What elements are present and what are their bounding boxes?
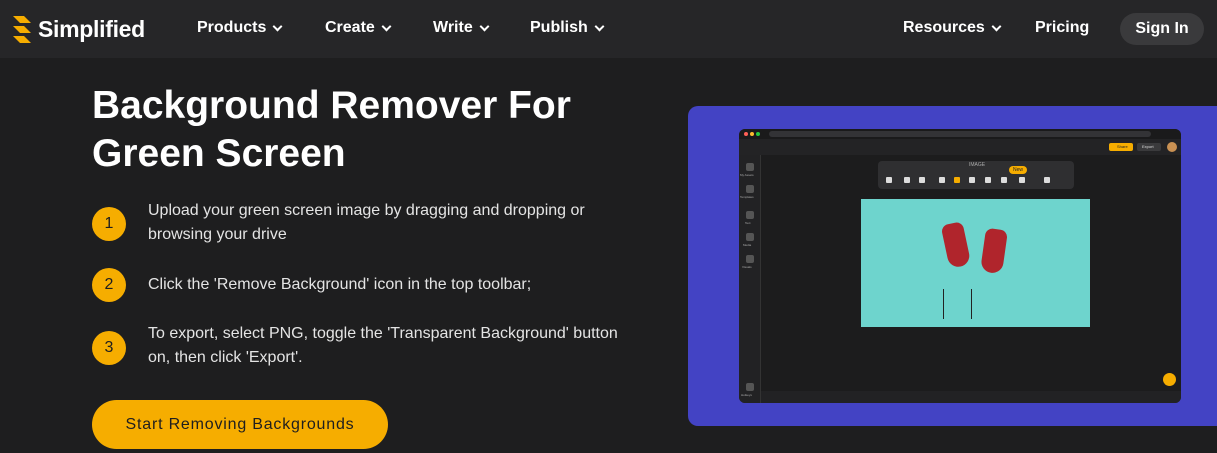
step-3-line2: on, then click 'Export'. xyxy=(148,349,303,366)
share-label: Share xyxy=(1117,144,1128,149)
chevron-down-icon xyxy=(479,21,490,31)
step-3-line1: To export, select PNG, toggle the 'Trans… xyxy=(148,325,618,342)
nav-pricing[interactable]: Pricing xyxy=(1035,19,1089,37)
red-shoe-right xyxy=(980,227,1008,275)
sign-in-button[interactable]: Sign In xyxy=(1120,13,1204,45)
sidebar-label-text: Text xyxy=(745,221,751,225)
chevron-down-icon xyxy=(594,21,605,31)
window-titlebar xyxy=(739,129,1181,139)
text-icon xyxy=(746,211,754,219)
stick-left xyxy=(943,289,944,319)
sidebar-label-templates: Templates xyxy=(740,195,754,199)
simplified-logo-icon xyxy=(13,16,31,43)
new-badge: New xyxy=(1009,166,1027,174)
editor-sidebar: My Assets Templates Text Media Visuals H… xyxy=(739,155,761,403)
page-title-line1: Background Remover For xyxy=(92,84,571,127)
image-toolbar-label: IMAGE xyxy=(969,162,986,168)
more-icon xyxy=(1044,177,1050,183)
remove-background-icon xyxy=(1001,177,1007,183)
assets-icon xyxy=(746,163,754,171)
templates-icon xyxy=(746,185,754,193)
step-number-3: 3 xyxy=(92,331,126,365)
url-bar xyxy=(769,131,1151,137)
expand-icon xyxy=(939,177,945,183)
nav-write[interactable]: Write xyxy=(433,19,490,37)
sidebar-label-assets: My Assets xyxy=(740,173,754,177)
nav-pricing-label: Pricing xyxy=(1035,19,1090,36)
export-label: Export xyxy=(1142,144,1154,149)
sidebar-label-hotkeys: Hotkeys xyxy=(741,393,752,397)
crop-icon xyxy=(954,177,960,183)
close-dot-icon xyxy=(744,132,748,136)
nav-products-label: Products xyxy=(197,19,267,36)
nav-publish-label: Publish xyxy=(530,19,588,36)
hotkeys-icon xyxy=(746,383,754,391)
avatar xyxy=(1167,142,1177,152)
visuals-icon xyxy=(746,255,754,263)
step-1-line1: Upload your green screen image by draggi… xyxy=(148,202,585,219)
step-text-2: Click the 'Remove Background' icon in th… xyxy=(148,273,648,297)
red-shoe-left xyxy=(940,221,972,269)
page-title-line2: Green Screen xyxy=(92,132,346,175)
layers-icon xyxy=(1019,177,1025,183)
nav-publish[interactable]: Publish xyxy=(530,19,605,37)
add-icon xyxy=(886,177,892,183)
step-text-3: To export, select PNG, toggle the 'Trans… xyxy=(148,322,648,370)
maximize-dot-icon xyxy=(756,132,760,136)
delete-icon xyxy=(904,177,910,183)
sidebar-label-visuals: Visuals xyxy=(742,265,752,269)
nav-products[interactable]: Products xyxy=(197,19,283,37)
step-number-2: 2 xyxy=(92,268,126,302)
help-icon xyxy=(1163,373,1176,386)
sidebar-label-media: Media xyxy=(743,243,752,247)
minimize-dot-icon xyxy=(750,132,754,136)
chevron-down-icon xyxy=(272,21,283,31)
top-nav: Simplified Products Create Write Publish… xyxy=(0,0,1217,58)
chevron-down-icon xyxy=(381,21,392,31)
step-1-line2: browsing your drive xyxy=(148,226,287,243)
step-number-1: 1 xyxy=(92,207,126,241)
nav-resources[interactable]: Resources xyxy=(903,19,1002,37)
export-button: Export xyxy=(1137,143,1161,151)
share-button: Share xyxy=(1109,143,1133,151)
flip-icon xyxy=(969,177,975,183)
chevron-down-icon xyxy=(991,21,1002,31)
magic-wand-icon xyxy=(985,177,991,183)
step-2-line1: Click the 'Remove Background' icon in th… xyxy=(148,276,532,293)
page-title: Background Remover For Green Screen xyxy=(92,82,652,178)
logo-text: Simplified xyxy=(38,15,145,42)
step-text-1: Upload your green screen image by draggi… xyxy=(148,199,648,247)
nav-create-label: Create xyxy=(325,19,375,36)
editor-preview: Share Export My Assets Templates Text Me… xyxy=(739,129,1181,403)
status-bar xyxy=(761,391,1181,403)
duplicate-icon xyxy=(919,177,925,183)
nav-write-label: Write xyxy=(433,19,473,36)
green-screen-photo xyxy=(861,199,1090,327)
media-icon xyxy=(746,233,754,241)
nav-resources-label: Resources xyxy=(903,19,985,36)
stick-right xyxy=(971,289,972,319)
nav-create[interactable]: Create xyxy=(325,19,392,37)
logo[interactable]: Simplified xyxy=(10,14,145,44)
start-removing-backgrounds-button[interactable]: Start Removing Backgrounds xyxy=(92,400,388,449)
